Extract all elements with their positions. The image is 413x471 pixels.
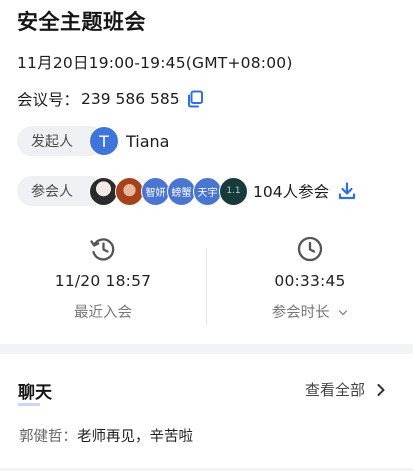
duration-label: 参会时长 xyxy=(271,305,330,321)
duration-label-row[interactable]: 参会时长 xyxy=(207,301,413,322)
participant-avatar[interactable]: 天宇 xyxy=(193,176,222,206)
meeting-title: 安全主题班会 xyxy=(17,10,146,34)
section-divider xyxy=(0,344,413,354)
initiator-avatar[interactable]: T xyxy=(89,126,119,156)
last-join-stat: 11/20 18:57 最近入会 xyxy=(0,222,206,322)
chat-message: 郭健哲：老师再见，辛苦啦 xyxy=(19,425,193,446)
participants-count[interactable]: 104人参会 xyxy=(253,180,329,202)
copy-icon[interactable] xyxy=(186,90,204,108)
chat-text: 老师再见，辛苦啦 xyxy=(77,429,193,445)
download-icon[interactable] xyxy=(338,182,356,200)
participant-avatar[interactable]: 智妍 xyxy=(141,176,170,206)
chat-sender: 郭健哲： xyxy=(19,429,77,445)
clock-icon xyxy=(297,236,323,262)
meeting-time: 11月20日19:00-19:45(GMT+08:00) xyxy=(17,54,293,72)
meeting-id-label: 会议号： xyxy=(17,91,80,109)
participant-avatar[interactable]: 1.1 xyxy=(219,176,248,206)
history-clock-icon xyxy=(90,238,115,261)
participant-avatar[interactable]: 螃蟹 xyxy=(167,176,196,206)
last-join-time: 11/20 18:57 xyxy=(54,272,152,290)
participant-avatar[interactable] xyxy=(115,176,144,206)
meeting-id-row: 会议号： 239 586 585 xyxy=(17,88,204,110)
meeting-id-value: 239 586 585 xyxy=(81,90,180,108)
view-all-label: 查看全部 xyxy=(304,381,365,399)
participants-row: 参会人 智妍 螃蟹 天宇 1.1 104人参会 xyxy=(17,176,356,206)
initiator-name: Tiana xyxy=(126,131,170,151)
attendance-stats: 11/20 18:57 最近入会 00:33:45 参会时长 xyxy=(0,222,413,332)
initiator-row: 发起人 T Tiana xyxy=(17,126,169,156)
duration-stat[interactable]: 00:33:45 参会时长 xyxy=(207,222,413,322)
participant-avatar[interactable] xyxy=(89,176,118,206)
chat-section-title: 聊天 xyxy=(18,378,52,406)
chevron-down-icon[interactable] xyxy=(338,309,348,317)
duration-value: 00:33:45 xyxy=(274,272,346,290)
chevron-right-icon xyxy=(377,383,385,396)
view-all-chat-button[interactable]: 查看全部 xyxy=(305,379,387,400)
last-join-label: 最近入会 xyxy=(74,305,132,321)
participant-avatars[interactable]: 智妍 螃蟹 天宇 1.1 xyxy=(89,176,248,206)
